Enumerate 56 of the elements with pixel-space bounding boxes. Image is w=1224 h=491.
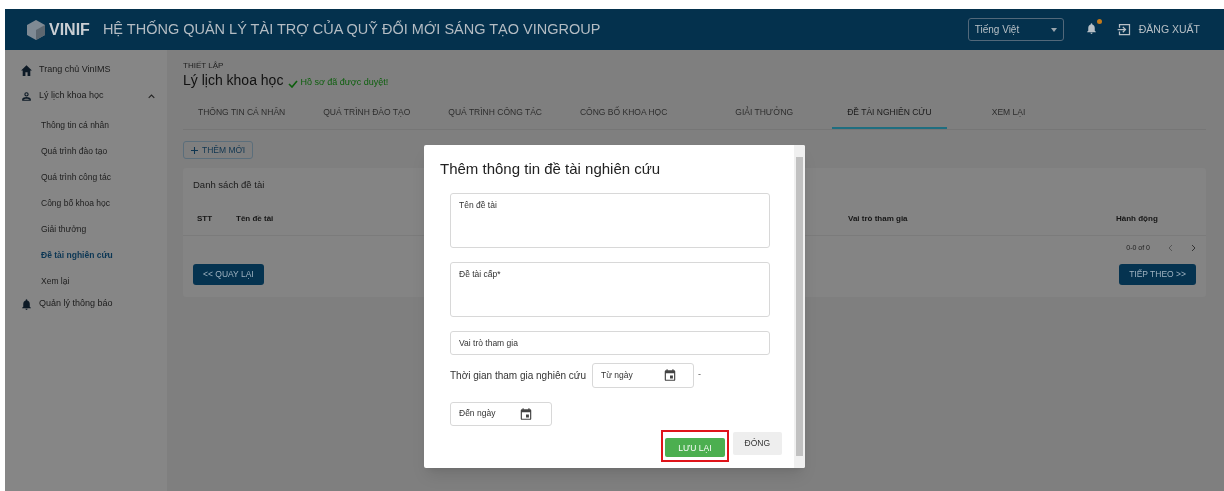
range-separator: - xyxy=(698,368,702,382)
breadcrumb: THIẾT LẬP xyxy=(183,62,225,70)
tab[interactable]: QUÁ TRÌNH CÔNG TÁC xyxy=(433,103,557,129)
approved-status: Hồ sơ đã được duyệt! xyxy=(300,75,389,89)
sidebar-item[interactable]: Quản lý thông báo xyxy=(20,294,167,314)
sidebar-subitem[interactable]: Công bố khoa học xyxy=(20,190,167,216)
bell-icon xyxy=(1084,22,1098,35)
check-icon xyxy=(288,80,299,88)
save-button[interactable]: LƯU LẠI xyxy=(665,438,725,458)
plus-icon xyxy=(191,146,198,154)
app-title: HỆ THỐNG QUẢN LÝ TÀI TRỢ CỦA QUỸ ĐỔI MỚI SÁNG TẠO VINGROUP xyxy=(102,19,601,39)
add-button[interactable]: THÊM MỚI xyxy=(183,141,254,159)
tab[interactable]: QUÁ TRÌNH ĐÀO TẠO xyxy=(308,103,426,129)
tab[interactable]: ĐỀ TÀI NGHIÊN CỨU xyxy=(832,103,947,129)
logout-icon xyxy=(1116,23,1132,36)
tab[interactable]: XEM LẠI xyxy=(976,103,1041,129)
sidebar-subitem[interactable]: Quá trình đào tạo xyxy=(20,138,167,164)
sidebar-subitem[interactable]: Đề tài nghiên cứu xyxy=(20,242,167,268)
sidebar-item[interactable]: Lý lịch khoa học xyxy=(20,86,167,106)
chevron-icon[interactable] xyxy=(148,93,155,99)
brand-name: VINIF xyxy=(49,19,90,40)
table-title: Danh sách đề tài xyxy=(193,177,265,192)
person-icon xyxy=(20,89,33,103)
sidebar-subitem[interactable]: Xem lại xyxy=(20,268,167,294)
date-field[interactable]: Từ ngày xyxy=(592,362,695,388)
tab[interactable]: GIẢI THƯỞNG xyxy=(720,103,809,129)
caret-icon xyxy=(1050,27,1057,32)
text-area[interactable]: Đề tài cấp* xyxy=(450,261,770,317)
text-area[interactable]: Tên đề tài xyxy=(450,192,770,248)
period-label: Thời gian tham gia nghiên cứu xyxy=(450,368,587,383)
column-header: Tên đề tài xyxy=(236,212,275,225)
tab[interactable]: THÔNG TIN CÁ NHÂN xyxy=(183,103,301,129)
tab[interactable]: CÔNG BỐ KHOA HỌC xyxy=(564,103,683,129)
column-header: Hành động xyxy=(1116,212,1158,225)
home-icon xyxy=(20,64,33,76)
next-button[interactable]: TIẾP THEO >> xyxy=(1119,264,1196,285)
sidebar-subitem[interactable]: Quá trình công tác xyxy=(20,164,167,190)
logo-icon xyxy=(27,19,45,40)
calendar-icon[interactable] xyxy=(663,368,678,382)
calendar-icon[interactable] xyxy=(519,406,533,421)
date-field[interactable]: Đến ngày xyxy=(450,401,552,426)
next-page-icon[interactable] xyxy=(1191,244,1196,252)
back-button[interactable]: << QUAY LẠI xyxy=(193,264,264,285)
dialog-title: Thêm thông tin đề tài nghiên cứu xyxy=(440,159,662,179)
bell-icon xyxy=(20,297,33,311)
sidebar-item[interactable]: Trang chủ VinIMS xyxy=(20,60,167,80)
page-title: Lý lịch khoa học xyxy=(183,71,284,90)
sidebar-subitem[interactable]: Giải thưởng xyxy=(20,216,167,242)
sidebar-subitem[interactable]: Thông tin cá nhân xyxy=(20,112,167,138)
language-select[interactable]: Tiếng Việt xyxy=(967,18,1064,41)
logout-button[interactable]: ĐĂNG XUẤT xyxy=(1116,21,1200,38)
input-field[interactable]: Vai trò tham gia xyxy=(450,330,770,355)
column-header: Vai trò tham gia xyxy=(848,212,909,225)
close-button[interactable]: ĐÓNG xyxy=(732,431,782,455)
notification-button[interactable] xyxy=(1084,22,1099,37)
column-header: STT xyxy=(197,212,214,225)
